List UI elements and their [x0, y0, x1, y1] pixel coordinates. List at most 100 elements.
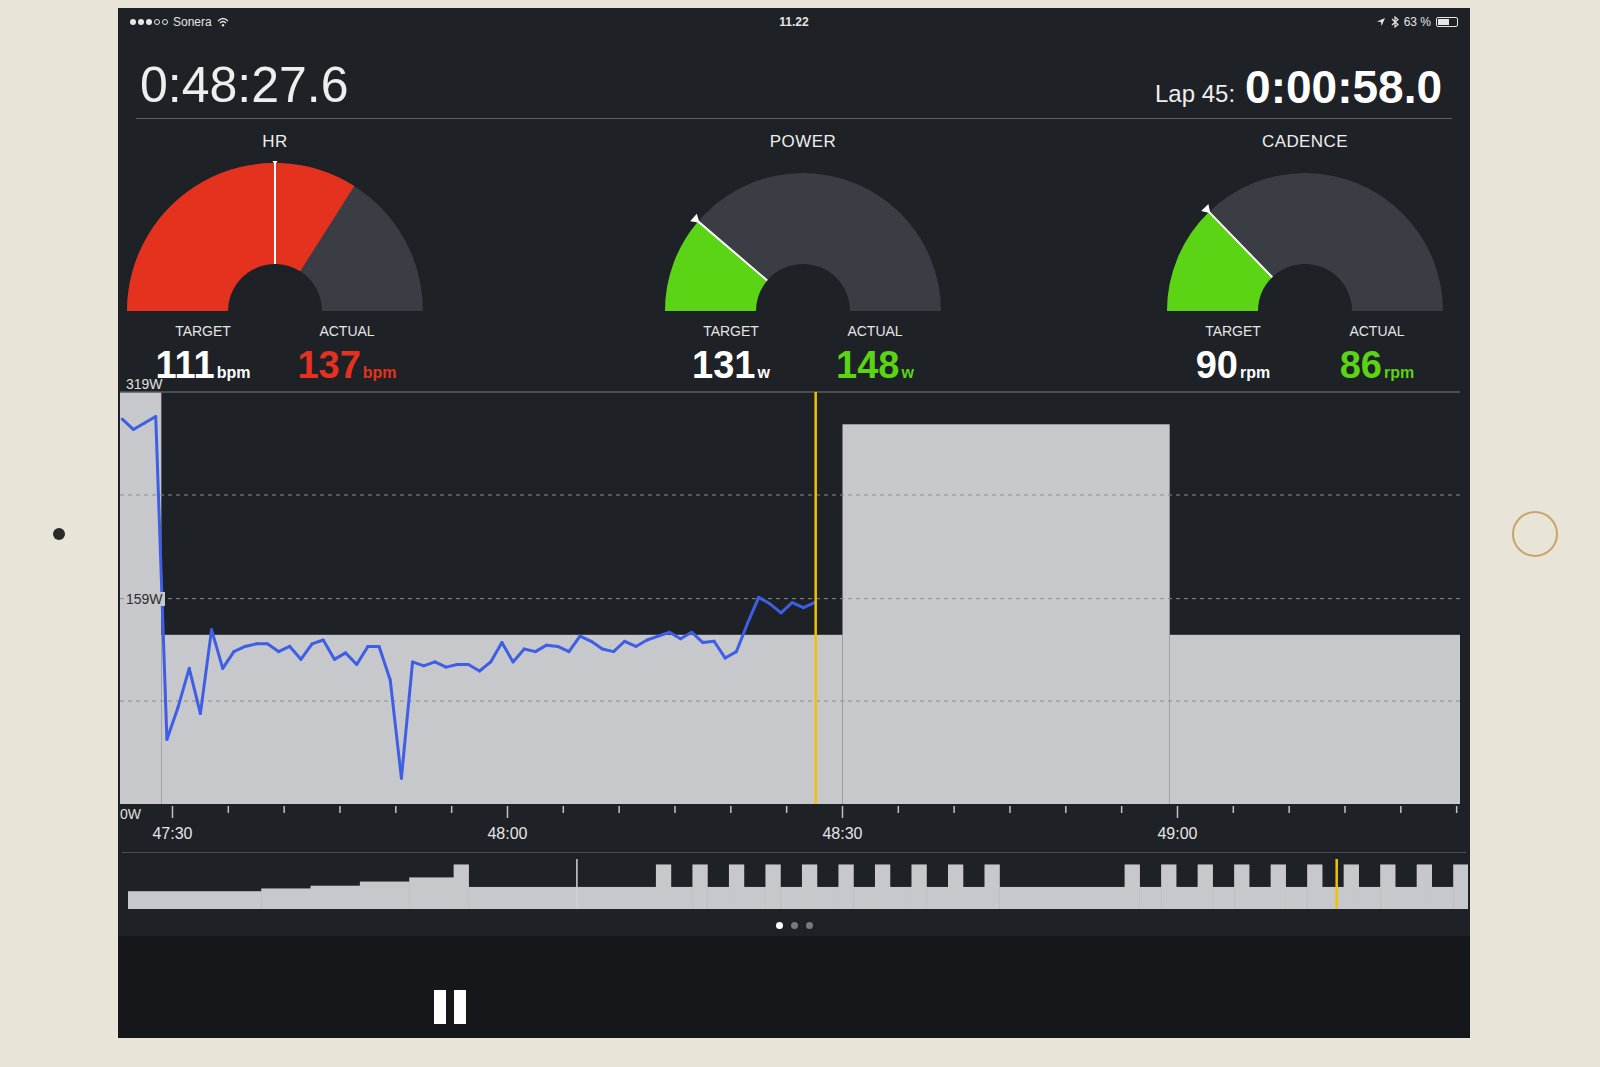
overview-segment: [817, 887, 839, 909]
gauge-title: POWER: [770, 129, 836, 155]
actual-reading: 148w: [836, 342, 914, 390]
axis-tick: [172, 806, 174, 818]
app-screen: Sonera 11.22 63 % 0:48:27.6 Lap 45:0:00:58.0…: [118, 8, 1470, 1038]
overview-segment: [765, 864, 780, 909]
actual-power-segment: [446, 665, 457, 668]
target-line: [274, 163, 276, 264]
wifi-arc: [218, 19, 228, 24]
actual-power-segment: [558, 646, 569, 651]
target-unit: bpm: [217, 361, 251, 385]
gauge-dial: [648, 161, 958, 313]
gauge-dial: [1150, 161, 1460, 313]
actual-power-segment: [334, 653, 345, 659]
actual-power-segment: [346, 653, 357, 665]
gauge-values: TARGET131wACTUAL148w: [666, 321, 940, 390]
overview-segment: [1358, 887, 1380, 909]
axis-tick: [1177, 806, 1179, 818]
target-reading: 90rpm: [1196, 342, 1271, 390]
gauge-track: [665, 173, 941, 311]
x-axis-label: 47:30: [152, 822, 192, 846]
target-segment: [161, 635, 842, 804]
target-triangle: [1201, 204, 1210, 213]
x-axis-label: 48:00: [487, 822, 527, 846]
target-segment: [1170, 635, 1460, 804]
actual-power-segment: [133, 423, 144, 429]
target-reading: 131w: [692, 342, 770, 390]
bluetooth-rune: [1392, 17, 1398, 27]
pause-bar: [454, 990, 466, 1024]
actual-unit: rpm: [1384, 361, 1414, 385]
actual-power-segment: [212, 630, 223, 669]
actual-power-segment: [413, 662, 424, 666]
actual-power-segment: [781, 603, 792, 613]
overview-segment: [468, 887, 656, 909]
elapsed-time: 0:48:27.6: [140, 60, 349, 110]
target-value: 90: [1196, 342, 1238, 390]
grid-line: [120, 391, 1460, 393]
overview-segment: [744, 887, 766, 909]
actual-power-segment: [681, 632, 692, 638]
gauge-target-marker: [690, 213, 767, 280]
actual-power-segment: [736, 623, 747, 651]
target-label: TARGET: [703, 321, 759, 342]
battery-icon: [1436, 17, 1458, 27]
actual-power-segment: [658, 632, 669, 636]
current-time-cursor: [814, 392, 817, 804]
signal-dot: [130, 19, 136, 25]
axis-tick: [786, 806, 788, 813]
actual-power-segment: [692, 632, 703, 642]
y-axis-label: 0W: [120, 804, 141, 825]
status-right: 63 %: [1258, 13, 1458, 31]
wifi-dot: [222, 24, 224, 26]
actual-power-segment: [591, 641, 602, 649]
lap-label: Lap 45:: [1155, 82, 1235, 110]
actual-power-segment: [200, 630, 211, 714]
signal-dot: [146, 19, 152, 25]
overview-segment: [1417, 864, 1432, 909]
actual-power-segment: [156, 417, 167, 740]
overview-segment: [1395, 887, 1417, 909]
actual-value: 137: [297, 342, 360, 390]
lap-timer: Lap 45:0:00:58.0: [1155, 64, 1448, 110]
actual-power-segment: [513, 649, 524, 662]
actual-power-segment: [401, 662, 412, 778]
overview-segment: [948, 864, 963, 909]
gauge: CADENCETARGET90rpmACTUAL86rpm: [1174, 129, 1436, 389]
actual-power-segment: [535, 645, 546, 651]
overview-segment: [360, 882, 410, 909]
axis-tick: [339, 806, 341, 813]
page-dot[interactable]: [776, 922, 783, 929]
actual-power-segment: [647, 636, 658, 640]
clock: 11.22: [779, 13, 808, 31]
axis-tick: [563, 806, 565, 813]
overview-segment: [454, 864, 469, 909]
axis-tick: [1400, 806, 1402, 813]
y-axis-label: 159W: [124, 592, 165, 606]
grid-line: [120, 701, 1460, 702]
actual-power-segment: [435, 662, 446, 667]
overview-segment: [1176, 887, 1198, 909]
target-reading: 111bpm: [156, 342, 251, 390]
bluetooth-icon: [1391, 16, 1399, 28]
pause-icon[interactable]: [432, 988, 468, 1026]
overview-segment: [656, 864, 671, 909]
actual-power-segment: [580, 636, 591, 641]
actual-power-segment: [312, 640, 323, 644]
overview-segment: [984, 864, 999, 909]
time-axis: 0W47:3048:0048:3049:00: [118, 804, 1470, 852]
actual-power-segment: [279, 646, 290, 651]
overview-segment: [1380, 864, 1395, 909]
page-dot[interactable]: [791, 922, 798, 929]
actual-power-segment: [379, 646, 390, 680]
gauge-actual: ACTUAL86rpm: [1312, 321, 1442, 390]
gauge-target: TARGET131w: [666, 321, 796, 390]
target-label: TARGET: [175, 321, 231, 342]
control-bar: [118, 936, 1470, 1038]
overview-segment: [875, 864, 890, 909]
gauge-target-marker: [1201, 204, 1272, 277]
page-dot[interactable]: [806, 922, 813, 929]
carrier-name: Sonera: [173, 13, 212, 31]
pause-bar: [434, 990, 446, 1024]
axis-tick: [228, 806, 230, 813]
home-button-icon[interactable]: [1512, 511, 1558, 557]
